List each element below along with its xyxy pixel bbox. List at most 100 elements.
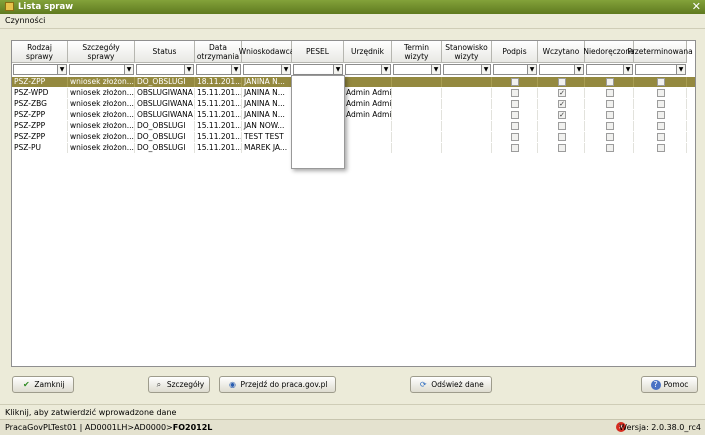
table-row[interactable]: PSZ-ZBG wniosek złożon... OBSLUGIWANA 15.11… [12,99,695,109]
column-header-rodzaj[interactable]: Rodzaj sprawy [12,41,68,63]
checkbox-wczytano[interactable] [558,133,566,141]
column-header-status[interactable]: Status [135,41,195,63]
cell-wnioskodawca[interactable]: JANINA N... [242,88,292,98]
cell-przeterminowana[interactable] [634,132,687,142]
cell-data[interactable]: 15.11.201... [195,99,242,109]
close-icon[interactable]: ✕ [692,0,701,14]
cell-szczegoly[interactable]: wniosek złożon... [68,121,135,131]
cell-podpis[interactable] [492,99,538,109]
filter-field-data[interactable]: ▼ [196,64,241,75]
column-header-szczegoly[interactable]: Szczegóły sprawy [68,41,135,63]
cell-urzednik[interactable] [344,77,392,87]
cell-przeterminowana[interactable] [634,143,687,153]
cell-wnioskodawca[interactable]: JANINA N... [242,110,292,120]
column-header-podpis[interactable]: Podpis [492,41,538,63]
checkbox-przeterminowana[interactable] [657,133,665,141]
filter-field-podpis[interactable]: ▼ [493,64,537,75]
cell-status[interactable]: DO_OBSLUGI [135,121,195,131]
cell-podpis[interactable] [492,143,538,153]
cell-status[interactable]: DO_OBSLUGI [135,77,195,87]
cell-termin[interactable] [392,121,442,131]
table-row[interactable]: PSZ-ZPP wniosek złożon... DO_OBSLUGI 18.11.… [12,77,695,87]
column-header-pesel[interactable]: PESEL [292,41,344,63]
cell-przeterminowana[interactable] [634,88,687,98]
cell-podpis[interactable] [492,132,538,142]
filter-field-stanowisko[interactable]: ▼ [443,64,491,75]
cell-status[interactable]: OBSLUGIWANA [135,88,195,98]
cell-przeterminowana[interactable] [634,99,687,109]
cell-stanowisko[interactable] [442,99,492,109]
chevron-down-icon[interactable]: ▼ [333,65,342,74]
checkbox-podpis[interactable] [511,111,519,119]
checkbox-podpis[interactable] [511,122,519,130]
cell-szczegoly[interactable]: wniosek złożon... [68,88,135,98]
table-row[interactable]: PSZ-PU wniosek złożon... DO_OBSLUGI 15.11.2… [12,143,695,153]
cell-rodzaj[interactable]: PSZ-WPD [12,88,68,98]
checkbox-wczytano[interactable] [558,144,566,152]
details-button[interactable]: ⌕ Szczegóły [148,376,210,393]
column-header-wnioskodawca[interactable]: Wnioskodawca [239,41,294,63]
checkbox-przeterminowana[interactable] [657,111,665,119]
checkbox-podpis[interactable] [511,133,519,141]
filter-field-rodzaj[interactable]: ▼ [13,64,67,75]
chevron-down-icon[interactable]: ▼ [431,65,440,74]
column-header-termin[interactable]: Termin wizyty [392,41,442,63]
cell-urzednik[interactable]: Admin Admin [344,99,392,109]
cell-status[interactable]: OBSLUGIWANA [135,110,195,120]
checkbox-wczytano[interactable] [558,78,566,86]
cell-stanowisko[interactable] [442,88,492,98]
cell-przeterminowana[interactable] [634,121,687,131]
cell-wczytano[interactable] [538,143,585,153]
checkbox-podpis[interactable] [511,144,519,152]
chevron-down-icon[interactable]: ▼ [124,65,133,74]
table-row[interactable]: PSZ-ZPP wniosek złożon... DO_OBSLUGI 15.11.… [12,121,695,131]
cell-niedoreczona[interactable] [585,143,634,153]
filter-field-urzednik[interactable]: ▼ [345,64,391,75]
cell-termin[interactable] [392,88,442,98]
checkbox-wczytano[interactable]: ✓ [558,111,566,119]
cell-status[interactable]: OBSLUGIWANA [135,99,195,109]
cell-stanowisko[interactable] [442,143,492,153]
checkbox-przeterminowana[interactable] [657,100,665,108]
cell-data[interactable]: 18.11.201... [195,77,242,87]
cell-data[interactable]: 15.11.201... [195,132,242,142]
checkbox-niedoreczona[interactable] [606,144,614,152]
cell-podpis[interactable] [492,121,538,131]
cell-rodzaj[interactable]: PSZ-ZBG [12,99,68,109]
help-button[interactable]: ? Pomoc [641,376,698,393]
checkbox-podpis[interactable] [511,78,519,86]
cell-rodzaj[interactable]: PSZ-ZPP [12,77,68,87]
cell-termin[interactable] [392,77,442,87]
cell-urzednik[interactable] [344,143,392,153]
cell-wnioskodawca[interactable]: JANINA N... [242,77,292,87]
cell-rodzaj[interactable]: PSZ-PU [12,143,68,153]
menu-czynnosci[interactable]: Czynności [5,16,45,25]
cell-urzednik[interactable]: Admin Admin [344,110,392,120]
cell-wczytano[interactable] [538,132,585,142]
cell-niedoreczona[interactable] [585,121,634,131]
close-button[interactable]: ✔ Zamknij [12,376,74,393]
filter-field-termin[interactable]: ▼ [393,64,441,75]
checkbox-podpis[interactable] [511,89,519,97]
cell-przeterminowana[interactable] [634,77,687,87]
goto-praca-button[interactable]: ◉ Przejdź do praca.gov.pl [219,376,336,393]
cell-szczegoly[interactable]: wniosek złożon... [68,77,135,87]
cell-rodzaj[interactable]: PSZ-ZPP [12,121,68,131]
cell-stanowisko[interactable] [442,77,492,87]
cell-stanowisko[interactable] [442,110,492,120]
cell-niedoreczona[interactable] [585,99,634,109]
column-header-przeterminowana[interactable]: Przeterminowana [627,41,693,63]
column-header-urzednik[interactable]: Urzędnik [344,41,392,63]
cell-data[interactable]: 15.11.201... [195,143,242,153]
chevron-down-icon[interactable]: ▼ [184,65,193,74]
column-header-data[interactable]: Data otrzymania [195,41,242,63]
checkbox-niedoreczona[interactable] [606,100,614,108]
checkbox-przeterminowana[interactable] [657,78,665,86]
cell-szczegoly[interactable]: wniosek złożon... [68,110,135,120]
table-row[interactable]: PSZ-ZPP wniosek złożon... DO_OBSLUGI 15.11.… [12,132,695,142]
cell-wczytano[interactable]: ✓ [538,99,585,109]
cell-wnioskodawca[interactable]: JAN NOW... [242,121,292,131]
cell-niedoreczona[interactable] [585,88,634,98]
cell-podpis[interactable] [492,110,538,120]
cell-status[interactable]: DO_OBSLUGI [135,143,195,153]
